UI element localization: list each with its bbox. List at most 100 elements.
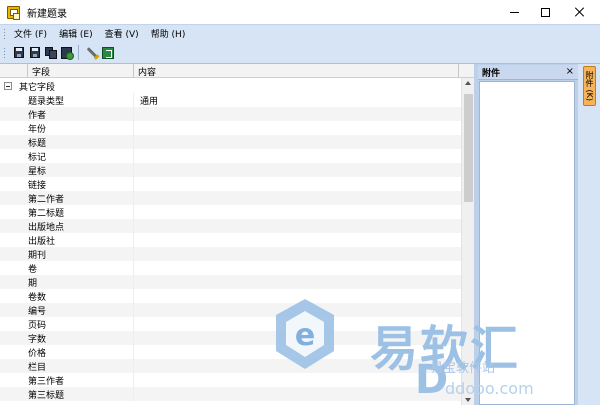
scroll-down-icon[interactable] [465, 398, 471, 402]
field-value-cell[interactable] [134, 331, 461, 345]
field-name-cell: 价格 [28, 345, 134, 359]
row-indent [0, 247, 28, 261]
scroll-up-icon[interactable] [465, 81, 471, 85]
field-name-cell: 第三标题 [28, 387, 134, 401]
field-name-cell: 第二作者 [28, 191, 134, 205]
minimize-button[interactable] [497, 0, 531, 24]
group-row-other-fields[interactable]: 其它字段 [0, 79, 461, 93]
table-row[interactable]: 标记 [0, 149, 461, 163]
attachments-side-tab[interactable]: 附件 (K) [583, 66, 596, 106]
edit-icon [86, 47, 97, 58]
save-button[interactable] [11, 45, 26, 60]
header-spacer [0, 64, 28, 78]
field-name-cell: 星标 [28, 163, 134, 177]
row-indent [0, 317, 28, 331]
field-value-cell[interactable] [134, 191, 461, 205]
field-value-cell[interactable] [134, 317, 461, 331]
toolbar-grip-icon[interactable] [3, 46, 6, 59]
menu-edit[interactable]: 编辑 (E) [55, 27, 101, 40]
attachments-header: 附件 × [478, 65, 578, 80]
grid-rows: 其它字段 题录类型 通用 作者 年份 标题 标记 星标 链接 第二作者 第二标题 出版地点 出版社 期刊… [0, 79, 461, 401]
attachments-list[interactable] [479, 81, 575, 405]
table-row[interactable]: 栏目 [0, 359, 461, 373]
menu-view[interactable]: 查看 (V) [101, 27, 147, 40]
field-value-cell[interactable] [134, 107, 461, 121]
row-indent [0, 233, 28, 247]
field-value-cell[interactable] [134, 345, 461, 359]
side-tab-label: 附件 (K) [585, 70, 594, 102]
row-indent [0, 149, 28, 163]
exit-button[interactable] [100, 45, 115, 60]
maximize-button[interactable] [528, 0, 562, 24]
field-name-cell: 栏目 [28, 359, 134, 373]
row-indent [0, 345, 28, 359]
table-row[interactable]: 期刊 [0, 247, 461, 261]
field-value-cell[interactable]: 通用 [134, 93, 461, 107]
field-value-cell[interactable] [134, 289, 461, 303]
save-copy-button[interactable] [43, 45, 58, 60]
table-row[interactable]: 出版社 [0, 233, 461, 247]
menu-help[interactable]: 帮助 (H) [147, 27, 194, 40]
menu-grip-icon[interactable] [3, 27, 6, 40]
edit-button[interactable] [84, 45, 99, 60]
table-row[interactable]: 卷数 [0, 289, 461, 303]
table-row[interactable]: 编号 [0, 303, 461, 317]
group-label: 其它字段 [19, 82, 56, 93]
field-value-cell[interactable] [134, 177, 461, 191]
table-row[interactable]: 期 [0, 275, 461, 289]
table-row[interactable]: 标题 [0, 135, 461, 149]
exit-icon [101, 46, 114, 59]
row-indent [0, 191, 28, 205]
table-row[interactable]: 价格 [0, 345, 461, 359]
column-header-field[interactable]: 字段 [28, 64, 134, 78]
table-row[interactable]: 页码 [0, 317, 461, 331]
row-indent [0, 135, 28, 149]
table-row[interactable]: 出版地点 [0, 219, 461, 233]
save-close-button[interactable] [59, 45, 74, 60]
field-value-cell[interactable] [134, 387, 461, 401]
row-indent [0, 121, 28, 135]
field-name-cell: 卷数 [28, 289, 134, 303]
field-name-cell: 链接 [28, 177, 134, 191]
field-value-cell[interactable] [134, 275, 461, 289]
field-value-cell[interactable] [134, 233, 461, 247]
table-row[interactable]: 卷 [0, 261, 461, 275]
save-as-button[interactable] [27, 45, 42, 60]
table-row[interactable]: 字数 [0, 331, 461, 345]
field-value-cell[interactable] [134, 121, 461, 135]
field-value-cell[interactable] [134, 149, 461, 163]
menu-file[interactable]: 文件 (F) [10, 27, 55, 40]
table-row[interactable]: 第三标题 [0, 387, 461, 401]
row-indent [0, 331, 28, 345]
scroll-thumb[interactable] [464, 94, 473, 202]
field-value-cell[interactable] [134, 247, 461, 261]
close-button[interactable] [563, 0, 597, 24]
table-row[interactable]: 星标 [0, 163, 461, 177]
vertical-scrollbar[interactable] [461, 78, 474, 405]
row-indent [0, 93, 28, 107]
field-value-cell[interactable] [134, 163, 461, 177]
table-row[interactable]: 第二作者 [0, 191, 461, 205]
table-row[interactable]: 题录类型 通用 [0, 93, 461, 107]
field-value-cell[interactable] [134, 359, 461, 373]
table-row[interactable]: 第二标题 [0, 205, 461, 219]
table-row[interactable]: 链接 [0, 177, 461, 191]
field-value-cell[interactable] [134, 261, 461, 275]
table-row[interactable]: 年份 [0, 121, 461, 135]
row-indent [0, 163, 28, 177]
field-value-cell[interactable] [134, 373, 461, 387]
field-name-cell: 年份 [28, 121, 134, 135]
field-value-cell[interactable] [134, 219, 461, 233]
field-value-cell[interactable] [134, 205, 461, 219]
table-row[interactable]: 作者 [0, 107, 461, 121]
table-row[interactable]: 第三作者 [0, 373, 461, 387]
collapse-icon[interactable] [4, 82, 12, 90]
field-value-cell[interactable] [134, 135, 461, 149]
attachments-panel: 附件 × [478, 64, 578, 405]
attachments-close-button[interactable]: × [566, 66, 574, 77]
column-header-content[interactable]: 内容 [134, 64, 459, 78]
field-name-cell: 题录类型 [28, 93, 134, 107]
toolbar [0, 42, 600, 64]
row-indent [0, 359, 28, 373]
field-value-cell[interactable] [134, 303, 461, 317]
